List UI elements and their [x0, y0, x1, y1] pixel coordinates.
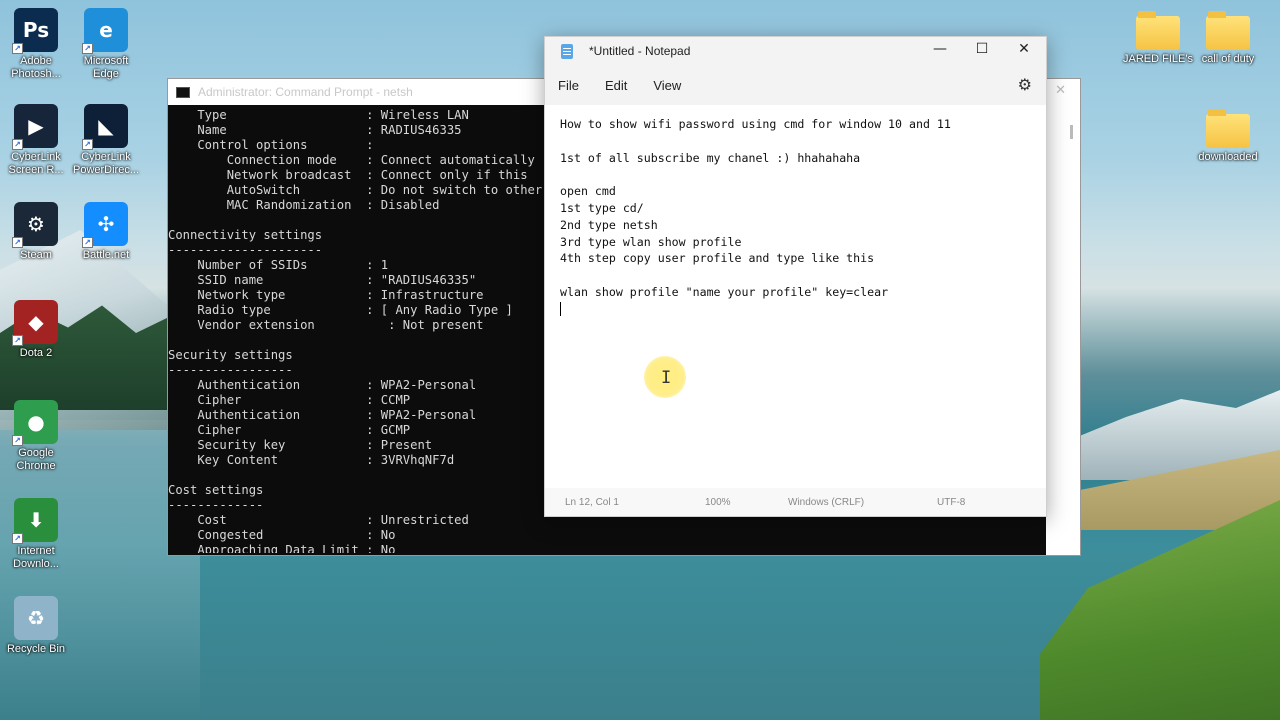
desktop-icon-label: Microsoft Edge — [83, 55, 129, 80]
desktop-icon-label: Battle.net — [82, 249, 130, 261]
menu-edit[interactable]: Edit — [605, 78, 627, 93]
icon-glyph: ● — [27, 410, 45, 434]
powerdirector-icon: ◣ ↗ — [82, 104, 128, 150]
notepad-line: 1st type cd/ — [560, 200, 644, 215]
icon-glyph: ⬇ — [27, 508, 45, 532]
screen-recorder-icon: ▶ ↗ — [12, 104, 58, 150]
battlenet-icon: ✣ ↗ — [82, 202, 128, 248]
minimize-button[interactable]: — — [930, 41, 950, 57]
notepad-status-bar: Ln 12, Col 1 100% Windows (CRLF) UTF-8 — [545, 488, 1046, 516]
notepad-line — [560, 166, 1046, 183]
shortcut-arrow-icon: ↗ — [12, 139, 23, 150]
desktop-icon-edge[interactable]: e ↗ Microsoft Edge — [70, 8, 142, 81]
desktop-icon-label: call of duty — [1201, 53, 1255, 65]
folder-icon — [1206, 11, 1250, 50]
icon-glyph: ▶ — [28, 114, 44, 138]
desktop-icon-recycle-bin[interactable]: ♻ Recycle Bin — [0, 596, 72, 656]
desktop-icon-label: Google Chrome — [16, 447, 56, 472]
icon-glyph: e — [99, 18, 113, 42]
desktop-icon-internet-download-manager[interactable]: ⬇ ↗ Internet Downlo... — [0, 498, 72, 571]
desktop-icon-label: Dota 2 — [19, 347, 53, 359]
cmd-scrollbar-track[interactable] — [1046, 105, 1080, 555]
icon-glyph: ♻ — [27, 606, 45, 630]
menu-file[interactable]: File — [558, 78, 579, 93]
close-icon[interactable]: ✕ — [1055, 83, 1066, 98]
desktop-icon-screen-recorder[interactable]: ▶ ↗ CyberLink Screen R... — [0, 104, 72, 177]
icon-glyph: ◆ — [28, 310, 44, 334]
desktop-icon-steam[interactable]: ⚙ ↗ Steam — [0, 202, 72, 262]
shortcut-arrow-icon: ↗ — [82, 139, 93, 150]
gear-icon[interactable]: ⚙ — [1018, 75, 1032, 94]
notepad-line: 4th step copy user profile and type like… — [560, 251, 875, 266]
notepad-line: How to show wifi password using cmd for … — [560, 117, 951, 131]
desktop-icon-label: JARED FILE's — [1123, 53, 1193, 65]
shortcut-arrow-icon: ↗ — [82, 43, 93, 54]
status-zoom[interactable]: 100% — [705, 497, 731, 508]
shortcut-arrow-icon: ↗ — [82, 237, 93, 248]
desktop-icon-photoshop[interactable]: Ps ↗ Adobe Photosh... — [0, 8, 72, 81]
maximize-button[interactable]: ☐ — [972, 41, 992, 57]
shortcut-arrow-icon: ↗ — [12, 43, 23, 54]
desktop-icon-chrome[interactable]: ● ↗ Google Chrome — [0, 400, 72, 473]
close-button[interactable]: ✕ — [1014, 41, 1034, 57]
notepad-line: 3rd type wlan show profile — [560, 234, 742, 249]
cmd-window-title: Administrator: Command Prompt - netsh — [198, 85, 413, 99]
notepad-line: wlan show profile "name your profile" ke… — [560, 284, 889, 299]
notepad-line — [560, 267, 1046, 284]
desktop-icon-dota2[interactable]: ◆ ↗ Dota 2 — [0, 300, 72, 360]
dota2-icon: ◆ ↗ — [12, 300, 58, 346]
desktop-icon-label: Adobe Photosh... — [11, 55, 61, 80]
cmd-scrollbar-thumb[interactable] — [1070, 125, 1073, 139]
edge-icon: e ↗ — [82, 8, 128, 54]
notepad-window[interactable]: *Untitled - Notepad — ☐ ✕ File Edit View… — [544, 36, 1047, 517]
notepad-line — [560, 133, 1046, 150]
menu-view[interactable]: View — [653, 78, 681, 93]
shortcut-arrow-icon: ↗ — [12, 533, 23, 544]
chrome-icon: ● ↗ — [12, 400, 58, 446]
shortcut-arrow-icon: ↗ — [12, 237, 23, 248]
icon-glyph: ✣ — [97, 212, 115, 236]
notepad-icon — [561, 43, 573, 59]
desktop-icon-powerdirector[interactable]: ◣ ↗ CyberLink PowerDirec... — [70, 104, 142, 177]
recycle-bin-icon: ♻ — [14, 596, 58, 640]
icon-glyph: ⚙ — [27, 212, 45, 236]
desktop-folder-downloaded[interactable]: downloaded — [1192, 108, 1264, 164]
status-line-endings: Windows (CRLF) — [788, 497, 865, 508]
cmd-line: Congested : No — [168, 528, 396, 542]
desktop-icon-label: CyberLink Screen R... — [8, 151, 64, 176]
text-caret — [560, 301, 1046, 318]
status-cursor-position: Ln 12, Col 1 — [565, 497, 619, 508]
desktop-icon-battlenet[interactable]: ✣ ↗ Battle.net — [70, 202, 142, 262]
desktop-icon-label: CyberLink PowerDirec... — [72, 151, 140, 176]
notepad-menubar: File Edit View ⚙ — [545, 65, 1046, 105]
text-cursor-icon: I — [661, 368, 672, 388]
icon-glyph: ◣ — [98, 114, 114, 138]
cmd-icon — [176, 86, 190, 98]
desktop-icon-label: Recycle Bin — [6, 643, 66, 655]
desktop-icon-label: Internet Downlo... — [13, 545, 59, 570]
desktop-icon-label: downloaded — [1198, 151, 1258, 163]
notepad-titlebar[interactable]: *Untitled - Notepad — ☐ ✕ — [545, 37, 1046, 65]
status-encoding: UTF-8 — [937, 497, 966, 508]
internet-download-manager-icon: ⬇ ↗ — [12, 498, 58, 544]
photoshop-icon: Ps ↗ — [12, 8, 58, 54]
steam-icon: ⚙ ↗ — [12, 202, 58, 248]
notepad-line: 2nd type netsh — [560, 217, 658, 232]
shortcut-arrow-icon: ↗ — [12, 335, 23, 346]
shortcut-arrow-icon: ↗ — [12, 435, 23, 446]
folder-icon — [1136, 11, 1180, 50]
notepad-text-area[interactable]: How to show wifi password using cmd for … — [545, 105, 1046, 477]
cmd-line: Approaching Data Limit : No — [168, 543, 396, 553]
notepad-line: open cmd — [560, 184, 616, 199]
desktop-folder-call-of-duty[interactable]: call of duty — [1192, 10, 1264, 66]
icon-glyph: Ps — [22, 18, 50, 42]
desktop-folder-jared-files[interactable]: JARED FILE's — [1122, 10, 1194, 66]
desktop-icon-label: Steam — [20, 249, 52, 261]
notepad-line: 1st of all subscribe my chanel :) hhahah… — [560, 150, 861, 165]
folder-icon — [1206, 109, 1250, 148]
notepad-window-title: *Untitled - Notepad — [589, 44, 691, 58]
